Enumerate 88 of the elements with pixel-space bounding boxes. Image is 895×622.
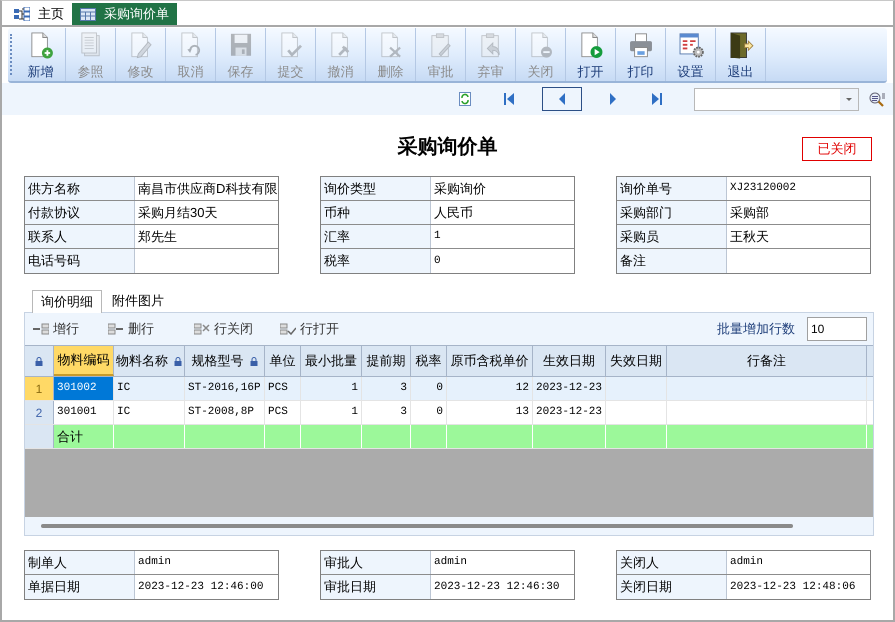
field-label: 审批人 [324,554,363,572]
field-label: 电话号码 [28,252,80,270]
grid-toolbar-button[interactable]: 行关闭 [194,319,280,339]
first-icon [504,93,514,105]
column-header[interactable]: 单位 [265,346,301,376]
field-label: 税率 [324,252,350,270]
field-label: 联系人 [28,228,67,246]
next-icon [610,93,616,105]
table-cell: 1 [301,401,362,424]
scrollbar-thumb[interactable] [41,524,793,528]
column-header[interactable]: 物料名称 [114,346,185,376]
table-cell: IC [114,401,185,424]
grid-toolbar-button[interactable]: 删行 [108,319,194,339]
toolbar-button[interactable]: 打印 [616,28,666,81]
column-header[interactable]: 原币含税单价 [447,346,533,376]
table-cell: 301001 [54,401,114,424]
table-gear-icon [676,32,704,58]
field-label: 汇率 [324,228,350,246]
field-label: 供方名称 [28,180,80,198]
field-label: 询价类型 [324,180,376,198]
tab[interactable]: 询价明细 [32,290,102,313]
column-header[interactable]: 提前期 [362,346,411,376]
table-cell: 1 [301,377,362,400]
table-cell: ST-2016,16P [185,377,265,400]
column-header[interactable]: 行备注 [667,346,867,376]
table-icon [80,8,96,20]
field-label: 币种 [324,204,350,222]
table-cell: 3 [362,377,411,400]
table-cell: ST-2008,8P [185,401,265,424]
column-header[interactable]: 物料编码 [54,346,114,376]
table-cell: 2023-12-23 [533,377,606,400]
caret-icon [846,98,852,100]
field-label: 制单人 [28,554,67,572]
previous-icon [559,93,565,105]
table-cell: 301002 [54,377,114,400]
table-cell: 13 [447,401,533,424]
row-number[interactable]: 1 [25,377,54,400]
row-check-icon [280,323,296,335]
tab[interactable]: 主页 [10,3,68,25]
column-header[interactable]: 规格型号 [185,346,265,376]
refresh-icon [459,92,471,106]
field-label: 审批日期 [324,578,376,596]
table-cell: 2023-12-23 [533,401,606,424]
field-label: 单据日期 [28,578,80,596]
tab[interactable]: 附件图片 [102,290,174,312]
table-cell: IC [114,377,185,400]
field-label: 采购员 [620,228,659,246]
table-cell: 12 [447,377,533,400]
table-cell: PCS [265,377,301,400]
column-header[interactable]: 最小批量 [301,346,362,376]
toolbar-button[interactable]: 退出 [716,28,766,81]
column-header[interactable]: 税率 [411,346,447,376]
column-header[interactable]: 生效日期 [533,346,606,376]
previous-button[interactable] [542,87,582,111]
tree-icon [14,7,30,21]
row-header-cell [25,425,54,448]
field-label: 付款协议 [28,204,80,222]
document-title: 采购询价单 [398,135,498,160]
batch-label: 批量增加行数 [717,320,795,338]
field-label: 询价单号 [620,180,672,198]
table-cell: 3 [362,401,411,424]
toolbar-button[interactable]: 新增 [16,28,66,81]
table-cell: PCS [265,401,301,424]
lock-icon [250,356,258,366]
column-header[interactable]: 失效日期 [606,346,667,376]
add-row-icon [33,323,49,335]
grid-toolbar-button[interactable]: 行打开 [280,319,360,339]
lock-icon [35,356,43,366]
toolbar-button[interactable]: 设置 [666,28,716,81]
field-label: 关闭日期 [620,578,672,596]
toolbar-button[interactable]: 打开 [566,28,616,81]
table-cell: 0 [411,401,447,424]
field-label: 采购部门 [620,204,672,222]
field-label: 关闭人 [620,554,659,572]
row-number[interactable]: 2 [25,401,54,424]
tab[interactable]: 采购询价单 [72,3,177,25]
row-cross-icon [194,323,210,335]
dropdown-field[interactable] [694,88,859,110]
field-label: 备注 [620,252,646,270]
grid-toolbar-button[interactable]: 增行 [33,319,108,339]
search-icon[interactable] [869,92,886,106]
total-label: 合计 [54,425,114,448]
status-label: 已关闭 [802,137,872,161]
table-cell: 0 [411,377,447,400]
lock-icon [174,356,182,366]
batch-rows-field[interactable]: 10 [807,317,867,341]
last-icon [652,93,662,105]
delete-row-icon [108,323,124,335]
